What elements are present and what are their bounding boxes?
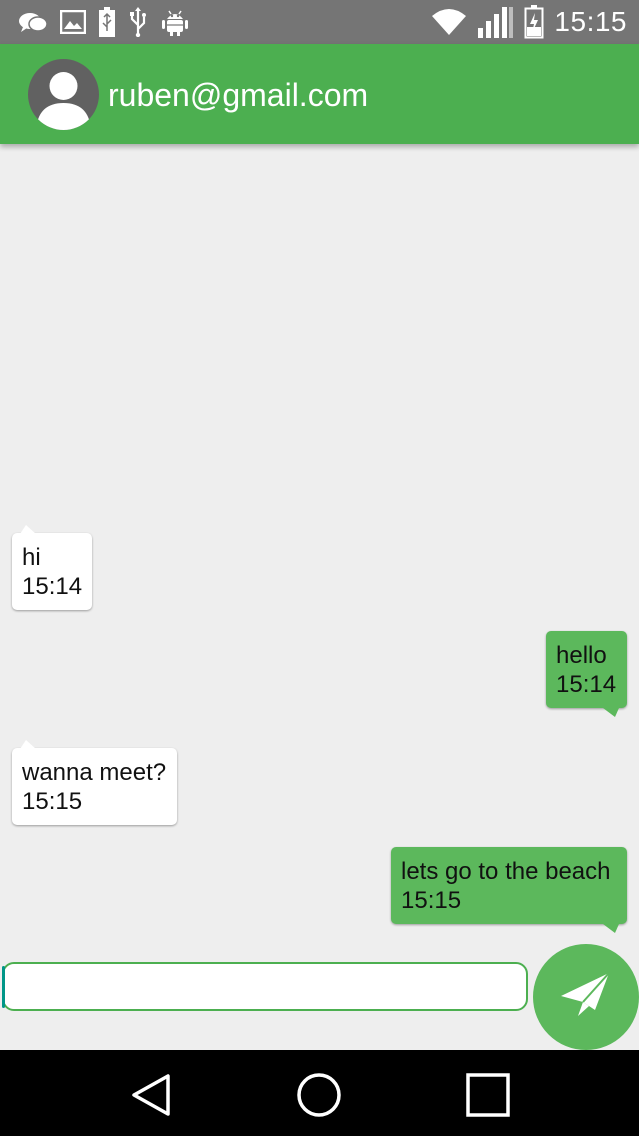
bubble-tail <box>603 708 619 717</box>
message-timestamp: 15:14 <box>22 573 83 600</box>
default-avatar-icon[interactable] <box>28 59 99 130</box>
android-debug-icon <box>160 7 190 37</box>
recents-icon[interactable] <box>464 1071 512 1119</box>
paper-plane-icon <box>559 970 613 1025</box>
message-input[interactable] <box>2 962 528 1011</box>
gallery-notification-icon <box>60 10 86 34</box>
back-icon[interactable] <box>128 1071 176 1119</box>
bubble-tail <box>603 924 619 933</box>
contact-title: ruben@gmail.com <box>108 77 369 113</box>
message-text: wanna meet? <box>22 759 167 786</box>
message-timestamp: 15:15 <box>22 788 83 815</box>
cell-signal-icon <box>478 6 514 38</box>
message-text: hi <box>22 544 41 571</box>
bubble-tail <box>20 740 36 749</box>
message-text: lets go to the beach <box>401 858 611 885</box>
outgoing-message-bubble: lets go to the beach 15:15 <box>391 847 627 933</box>
wifi-icon <box>430 7 468 37</box>
outgoing-message-bubble: hello 15:14 <box>546 631 627 717</box>
battery-status-icon <box>98 7 116 37</box>
incoming-message-bubble: wanna meet? 15:15 <box>12 740 177 825</box>
usb-icon <box>128 7 148 37</box>
status-bar: 15:15 <box>0 0 639 44</box>
text-cursor <box>2 966 5 1008</box>
message-list[interactable]: hi 15:14 hello 15:14 wanna meet? 15:15 l… <box>0 144 639 950</box>
incoming-message-bubble: hi 15:14 <box>12 525 92 610</box>
chat-notification-icon <box>18 11 48 33</box>
message-timestamp: 15:14 <box>556 671 617 698</box>
battery-charging-icon <box>524 5 544 39</box>
bubble-tail <box>20 525 36 534</box>
send-button[interactable] <box>533 944 639 1050</box>
app-bar: ruben@gmail.com <box>0 44 639 144</box>
status-time: 15:15 <box>554 6 627 37</box>
navigation-bar <box>0 1050 639 1136</box>
home-icon[interactable] <box>295 1071 343 1119</box>
message-timestamp: 15:15 <box>401 887 462 914</box>
message-text: hello <box>556 642 607 669</box>
